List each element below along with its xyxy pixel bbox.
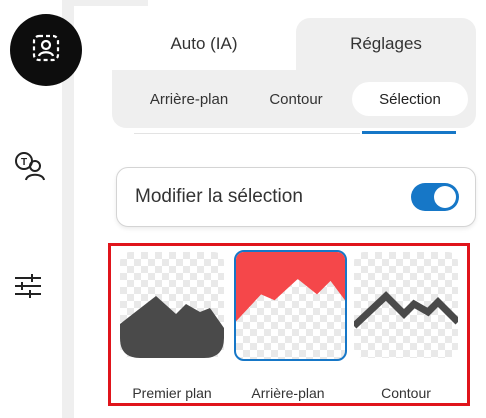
background-thumbnail — [234, 250, 347, 361]
mode-foreground-label: Premier plan — [132, 385, 212, 401]
mode-background[interactable]: Arrière-plan — [233, 249, 347, 405]
mode-contour[interactable]: Contour — [351, 249, 461, 405]
mode-foreground[interactable]: Premier plan — [117, 249, 227, 405]
edit-selection-toggle[interactable] — [411, 183, 459, 211]
ai-person-button[interactable]: T — [8, 148, 52, 188]
subtab-selection[interactable]: Sélection — [352, 82, 468, 116]
background-mountain-icon — [236, 252, 345, 322]
subtab-background[interactable]: Arrière-plan — [124, 82, 254, 116]
portrait-select-icon — [31, 33, 61, 68]
subtab-contour[interactable]: Contour — [256, 82, 336, 116]
mode-background-label: Arrière-plan — [251, 385, 325, 401]
subtab-bar: Arrière-plan Contour Sélection — [112, 70, 476, 128]
tab-auto[interactable]: Auto (IA) — [112, 18, 296, 70]
foreground-mountain-icon — [120, 296, 224, 358]
active-tab-indicator — [362, 131, 456, 134]
adjust-button[interactable] — [8, 270, 48, 306]
mode-contour-label: Contour — [381, 385, 431, 401]
foreground-thumbnail — [120, 252, 224, 358]
selection-mode-panel: Premier plan Arrière-plan Contour — [108, 243, 470, 406]
portrait-select-button[interactable] — [10, 14, 82, 86]
ai-person-icon: T — [13, 149, 47, 188]
sliders-icon — [13, 272, 43, 305]
section-divider — [134, 133, 360, 134]
contour-thumbnail — [354, 252, 458, 358]
tab-reglages[interactable]: Réglages — [296, 18, 476, 70]
toggle-knob — [434, 186, 456, 208]
edit-selection-card: Modifier la sélection — [116, 167, 476, 227]
svg-text:T: T — [21, 157, 27, 168]
top-strip — [74, 0, 148, 6]
contour-mountain-icon — [354, 291, 458, 329]
edit-selection-label: Modifier la sélection — [135, 186, 303, 207]
